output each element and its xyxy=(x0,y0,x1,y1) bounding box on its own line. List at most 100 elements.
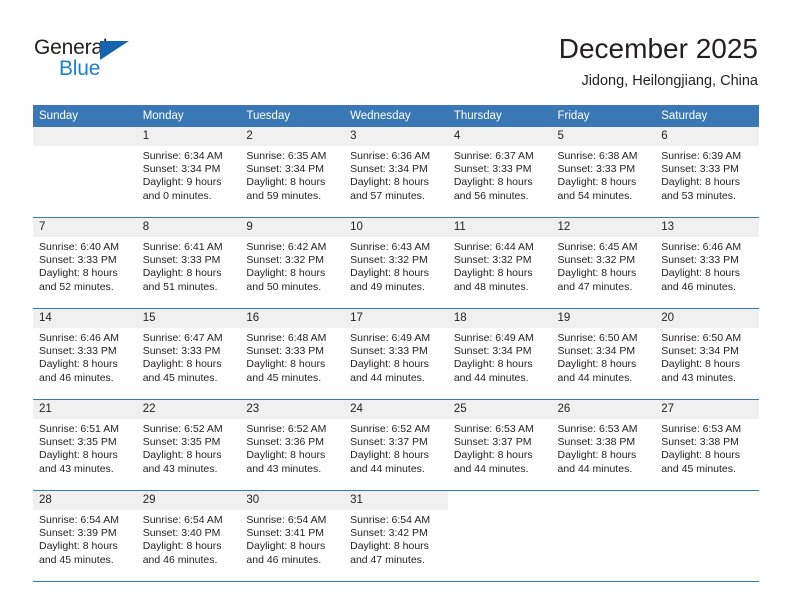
sunset-text: Sunset: 3:38 PM xyxy=(661,436,739,449)
sunset-text: Sunset: 3:37 PM xyxy=(453,436,532,449)
day-details: Sunrise: 6:41 AM Sunset: 3:33 PM Dayligh… xyxy=(137,237,241,294)
day-cell[interactable]: 15 Sunrise: 6:47 AM Sunset: 3:33 PM Dayl… xyxy=(136,308,241,400)
day-cell-inner: 24 Sunrise: 6:52 AM Sunset: 3:37 PM Dayl… xyxy=(344,400,448,489)
day-cell[interactable]: 21 Sunrise: 6:51 AM Sunset: 3:35 PM Dayl… xyxy=(33,399,137,491)
day-number: 31 xyxy=(344,491,448,510)
sunrise-text: Sunrise: 6:46 AM xyxy=(661,241,742,253)
day-cell[interactable]: 28 Sunrise: 6:54 AM Sunset: 3:39 PM Dayl… xyxy=(33,490,137,582)
day-details: Sunrise: 6:48 AM Sunset: 3:33 PM Dayligh… xyxy=(240,328,344,385)
day-cell-inner: 11 Sunrise: 6:44 AM Sunset: 3:32 PM Dayl… xyxy=(447,218,552,307)
logo-text-blue: Blue xyxy=(59,57,101,80)
day-number: 9 xyxy=(240,218,345,237)
sunrise-text: Sunrise: 6:39 AM xyxy=(661,150,742,162)
daylight-text-line2: and 44 minutes. xyxy=(557,462,633,475)
day-number: 26 xyxy=(551,400,656,419)
day-number: 12 xyxy=(551,218,656,237)
day-number: 3 xyxy=(344,127,448,146)
day-cell[interactable]: 18 Sunrise: 6:49 AM Sunset: 3:34 PM Dayl… xyxy=(447,308,552,400)
day-number: 4 xyxy=(447,127,552,146)
sunset-text: Sunset: 3:34 PM xyxy=(142,163,221,176)
day-cell[interactable]: 29 Sunrise: 6:54 AM Sunset: 3:40 PM Dayl… xyxy=(136,490,241,582)
day-cell[interactable]: 22 Sunrise: 6:52 AM Sunset: 3:35 PM Dayl… xyxy=(136,399,241,491)
sunset-text: Sunset: 3:34 PM xyxy=(246,163,325,176)
day-cell[interactable]: 5 Sunrise: 6:38 AM Sunset: 3:33 PM Dayli… xyxy=(551,127,656,218)
daylight-text-line2: and 51 minutes. xyxy=(142,280,218,293)
day-cell[interactable]: 3 Sunrise: 6:36 AM Sunset: 3:34 PM Dayli… xyxy=(344,127,448,218)
day-cell-inner xyxy=(552,491,656,580)
day-cell[interactable]: 16 Sunrise: 6:48 AM Sunset: 3:33 PM Dayl… xyxy=(240,308,345,400)
daylight-text-line1: Daylight: 8 hours xyxy=(557,176,637,189)
sunset-text: Sunset: 3:33 PM xyxy=(661,254,739,267)
day-cell-inner: 6 Sunrise: 6:39 AM Sunset: 3:33 PM Dayli… xyxy=(655,127,759,216)
daylight-text-line1: Daylight: 8 hours xyxy=(246,176,326,189)
daylight-text-line2: and 45 minutes. xyxy=(246,371,322,384)
day-cell[interactable]: 10 Sunrise: 6:43 AM Sunset: 3:32 PM Dayl… xyxy=(344,217,448,309)
day-cell-inner: 17 Sunrise: 6:49 AM Sunset: 3:33 PM Dayl… xyxy=(344,309,448,398)
day-cell[interactable]: 9 Sunrise: 6:42 AM Sunset: 3:32 PM Dayli… xyxy=(240,217,345,309)
day-cell[interactable]: 7 Sunrise: 6:40 AM Sunset: 3:33 PM Dayli… xyxy=(33,217,137,309)
day-cell[interactable] xyxy=(447,490,552,582)
day-cell[interactable]: 17 Sunrise: 6:49 AM Sunset: 3:33 PM Dayl… xyxy=(344,308,448,400)
day-details: Sunrise: 6:53 AM Sunset: 3:38 PM Dayligh… xyxy=(655,419,759,476)
day-cell[interactable]: 8 Sunrise: 6:41 AM Sunset: 3:33 PM Dayli… xyxy=(136,217,241,309)
day-details: Sunrise: 6:54 AM Sunset: 3:40 PM Dayligh… xyxy=(137,510,241,567)
sunset-text: Sunset: 3:34 PM xyxy=(557,345,636,358)
sunrise-text: Sunrise: 6:43 AM xyxy=(350,241,431,253)
day-cell[interactable] xyxy=(551,490,656,582)
day-cell[interactable]: 30 Sunrise: 6:54 AM Sunset: 3:41 PM Dayl… xyxy=(240,490,345,582)
day-cell[interactable]: 31 Sunrise: 6:54 AM Sunset: 3:42 PM Dayl… xyxy=(344,490,448,582)
daylight-text-line1: Daylight: 8 hours xyxy=(39,540,118,553)
day-cell[interactable] xyxy=(33,127,137,218)
day-number: 24 xyxy=(344,400,448,419)
day-cell[interactable]: 14 Sunrise: 6:46 AM Sunset: 3:33 PM Dayl… xyxy=(33,308,137,400)
day-cell[interactable]: 13 Sunrise: 6:46 AM Sunset: 3:33 PM Dayl… xyxy=(655,217,759,309)
day-cell-inner: 29 Sunrise: 6:54 AM Sunset: 3:40 PM Dayl… xyxy=(136,491,241,580)
sunrise-text: Sunrise: 6:54 AM xyxy=(246,514,327,526)
day-cell[interactable]: 26 Sunrise: 6:53 AM Sunset: 3:38 PM Dayl… xyxy=(551,399,656,491)
daylight-text-line2: and 0 minutes. xyxy=(142,189,212,202)
day-cell[interactable] xyxy=(655,490,759,582)
day-cell[interactable]: 6 Sunrise: 6:39 AM Sunset: 3:33 PM Dayli… xyxy=(655,127,759,218)
day-details: Sunrise: 6:54 AM Sunset: 3:42 PM Dayligh… xyxy=(344,510,448,567)
day-cell-inner: 26 Sunrise: 6:53 AM Sunset: 3:38 PM Dayl… xyxy=(551,400,656,489)
sunset-text: Sunset: 3:33 PM xyxy=(39,254,117,267)
day-number: 15 xyxy=(136,309,241,328)
sunrise-text: Sunrise: 6:42 AM xyxy=(246,241,327,253)
daylight-text-line1: Daylight: 8 hours xyxy=(453,358,533,371)
week-row: 21 Sunrise: 6:51 AM Sunset: 3:35 PM Dayl… xyxy=(33,399,759,491)
daylight-text-line2: and 44 minutes. xyxy=(453,371,529,384)
sunrise-text: Sunrise: 6:40 AM xyxy=(39,241,119,253)
day-details: Sunrise: 6:46 AM Sunset: 3:33 PM Dayligh… xyxy=(33,328,137,385)
day-cell[interactable]: 4 Sunrise: 6:37 AM Sunset: 3:33 PM Dayli… xyxy=(447,127,552,218)
daylight-text-line1: Daylight: 8 hours xyxy=(142,267,222,280)
day-cell[interactable]: 24 Sunrise: 6:52 AM Sunset: 3:37 PM Dayl… xyxy=(344,399,448,491)
week-row: 14 Sunrise: 6:46 AM Sunset: 3:33 PM Dayl… xyxy=(33,308,759,400)
daylight-text-line1: Daylight: 8 hours xyxy=(142,540,222,553)
day-cell[interactable]: 19 Sunrise: 6:50 AM Sunset: 3:34 PM Dayl… xyxy=(551,308,656,400)
day-number: 17 xyxy=(344,309,448,328)
day-details: Sunrise: 6:52 AM Sunset: 3:37 PM Dayligh… xyxy=(344,419,448,476)
day-details: Sunrise: 6:54 AM Sunset: 3:39 PM Dayligh… xyxy=(33,510,137,567)
sunrise-text: Sunrise: 6:52 AM xyxy=(350,423,431,435)
sunset-text: Sunset: 3:42 PM xyxy=(350,527,428,540)
day-cell-inner: 10 Sunrise: 6:43 AM Sunset: 3:32 PM Dayl… xyxy=(344,218,448,307)
day-cell[interactable]: 1 Sunrise: 6:34 AM Sunset: 3:34 PM Dayli… xyxy=(136,127,241,218)
daylight-text-line2: and 56 minutes. xyxy=(453,189,529,202)
day-cell[interactable]: 27 Sunrise: 6:53 AM Sunset: 3:38 PM Dayl… xyxy=(655,399,759,491)
sunset-text: Sunset: 3:38 PM xyxy=(557,436,636,449)
day-cell[interactable]: 12 Sunrise: 6:45 AM Sunset: 3:32 PM Dayl… xyxy=(551,217,656,309)
day-cell[interactable]: 23 Sunrise: 6:52 AM Sunset: 3:36 PM Dayl… xyxy=(240,399,345,491)
sunset-text: Sunset: 3:34 PM xyxy=(350,163,428,176)
day-cell[interactable]: 2 Sunrise: 6:35 AM Sunset: 3:34 PM Dayli… xyxy=(240,127,345,218)
day-cell[interactable]: 11 Sunrise: 6:44 AM Sunset: 3:32 PM Dayl… xyxy=(447,217,552,309)
sunset-text: Sunset: 3:37 PM xyxy=(350,436,428,449)
sunset-text: Sunset: 3:32 PM xyxy=(557,254,636,267)
day-details: Sunrise: 6:37 AM Sunset: 3:33 PM Dayligh… xyxy=(448,146,552,203)
sunset-text: Sunset: 3:32 PM xyxy=(246,254,325,267)
day-cell[interactable]: 25 Sunrise: 6:53 AM Sunset: 3:37 PM Dayl… xyxy=(447,399,552,491)
day-cell[interactable]: 20 Sunrise: 6:50 AM Sunset: 3:34 PM Dayl… xyxy=(655,308,759,400)
sunrise-text: Sunrise: 6:36 AM xyxy=(350,150,431,162)
day-details: Sunrise: 6:40 AM Sunset: 3:33 PM Dayligh… xyxy=(33,237,137,294)
day-details: Sunrise: 6:49 AM Sunset: 3:33 PM Dayligh… xyxy=(344,328,448,385)
sunrise-text: Sunrise: 6:51 AM xyxy=(39,423,119,435)
